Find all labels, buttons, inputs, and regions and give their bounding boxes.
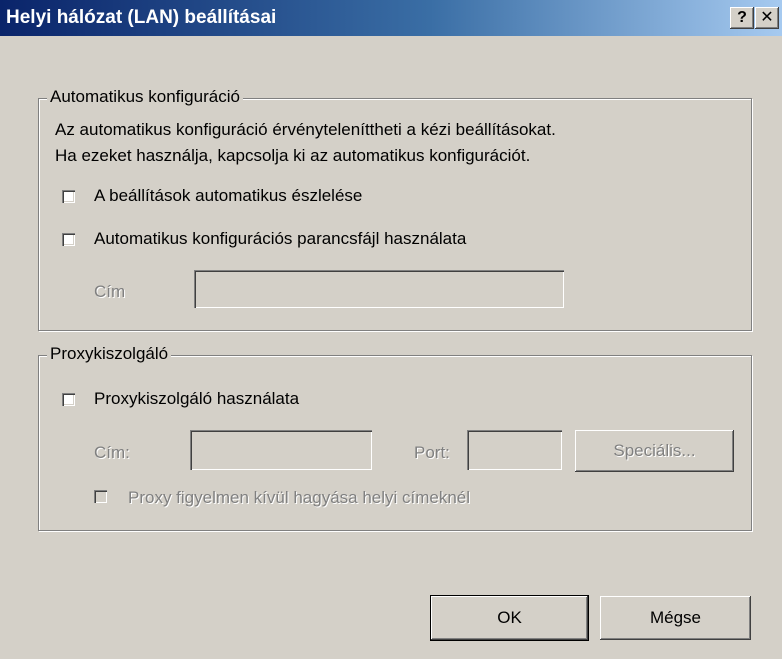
auto-script-checkbox[interactable]	[62, 233, 75, 246]
close-button[interactable]: ✕	[755, 7, 779, 29]
use-proxy-label[interactable]: Proxykiszolgáló használata	[94, 389, 299, 409]
cancel-button[interactable]: Mégse	[600, 596, 751, 640]
title-bar: Helyi hálózat (LAN) beállításai ? ✕	[0, 0, 782, 36]
use-proxy-checkbox[interactable]	[62, 393, 75, 406]
ok-button[interactable]: OK	[430, 595, 589, 641]
window-title: Helyi hálózat (LAN) beállításai	[6, 7, 277, 28]
auto-detect-label[interactable]: A beállítások automatikus észlelése	[94, 186, 362, 206]
auto-script-address-label: Cím	[94, 282, 126, 301]
bypass-local-label[interactable]: Proxy figyelmen kívül hagyása helyi címe…	[128, 488, 470, 508]
bypass-local-checkbox[interactable]	[94, 490, 107, 503]
auto-config-description-line2: Ha ezeket használja, kapcsolja ki az aut…	[55, 146, 531, 165]
proxy-port-input[interactable]	[467, 430, 562, 470]
help-button[interactable]: ?	[730, 7, 754, 29]
advanced-button[interactable]: Speciális...	[575, 430, 734, 472]
auto-script-label[interactable]: Automatikus konfigurációs parancsfájl ha…	[94, 229, 466, 249]
auto-script-address-input[interactable]	[194, 270, 564, 308]
proxy-legend: Proxykiszolgáló	[47, 344, 172, 364]
auto-config-legend: Automatikus konfiguráció	[47, 87, 243, 107]
proxy-port-label: Port:	[414, 443, 450, 462]
proxy-address-label: Cím:	[94, 443, 130, 462]
auto-config-description-line1: Az automatikus konfiguráció érvénytelení…	[55, 120, 556, 139]
auto-detect-checkbox[interactable]	[62, 190, 75, 203]
proxy-address-input[interactable]	[190, 430, 372, 470]
